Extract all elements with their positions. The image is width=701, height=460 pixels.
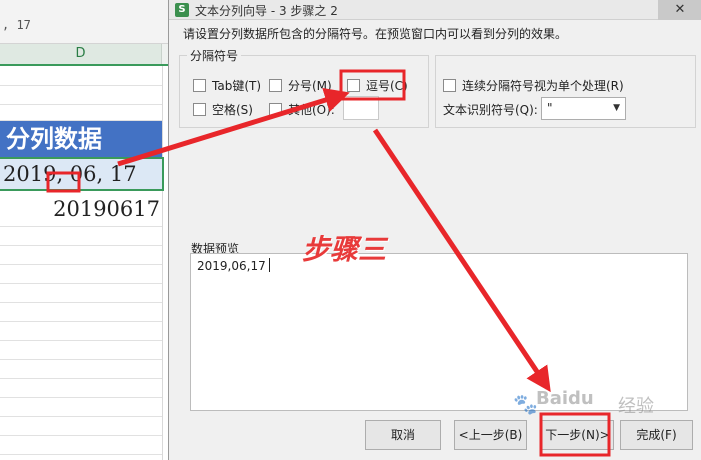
row-gridline <box>0 321 162 322</box>
row-gridline <box>0 397 162 398</box>
text-qualifier-value: " <box>547 101 553 115</box>
text-qualifier-select[interactable]: " ▼ <box>541 97 626 120</box>
other-checkbox-label: 其他(O): <box>288 103 335 117</box>
column-header-d[interactable]: D <box>0 44 162 64</box>
finish-button[interactable]: 完成(F) <box>620 420 693 450</box>
consecutive-checkbox-row[interactable]: 连续分隔符号视为单个处理(R) <box>443 77 624 94</box>
row-gridline <box>0 416 162 417</box>
formula-bar-value: , 17 <box>2 18 31 32</box>
space-checkbox-row[interactable]: 空格(S) <box>193 101 253 118</box>
row-gridline <box>0 264 162 265</box>
comma-checkbox-label: 逗号(C) <box>366 79 408 93</box>
header-cell[interactable]: 分列数据 <box>0 121 162 157</box>
qualifier-label: 文本识别符号(Q): <box>443 103 538 117</box>
semicolon-checkbox-row[interactable]: 分号(M) <box>269 77 332 94</box>
comma-checkbox[interactable] <box>347 79 360 92</box>
column-header-row: D <box>0 44 168 66</box>
instruction-text: 请设置分列数据所包含的分隔符号。在预览窗口内可以看到分列的效果。 <box>183 27 568 41</box>
row-gridline <box>0 302 162 303</box>
other-delimiter-input[interactable] <box>343 96 379 120</box>
row-gridline <box>0 226 162 227</box>
selected-cell[interactable]: 2019, 06, 17 <box>0 157 164 191</box>
column-gridline <box>162 66 163 460</box>
formula-bar[interactable]: , 17 <box>0 0 168 44</box>
text-caret <box>269 258 270 272</box>
delimiters-legend: 分隔符号 <box>187 47 242 64</box>
row-gridline <box>0 435 162 436</box>
text-to-columns-dialog: S 文本分列向导 - 3 步骤之 2 ✕ 请设置分列数据所包含的分隔符号。在预览… <box>168 0 701 460</box>
chevron-down-icon: ▼ <box>613 103 620 113</box>
semicolon-checkbox[interactable] <box>269 79 282 92</box>
row-gridline <box>0 283 162 284</box>
consecutive-checkbox[interactable] <box>443 79 456 92</box>
row-gridline <box>0 454 162 455</box>
data-preview-box[interactable]: 2019,06,17 <box>190 253 688 411</box>
next-button[interactable]: 下一步(N)> <box>541 420 614 450</box>
space-checkbox-label: 空格(S) <box>212 103 253 117</box>
tab-checkbox[interactable] <box>193 79 206 92</box>
semicolon-checkbox-label: 分号(M) <box>288 79 332 93</box>
row-gridline <box>0 378 162 379</box>
other-checkbox[interactable] <box>269 103 282 116</box>
cancel-button[interactable]: 取消 <box>365 420 441 450</box>
comma-checkbox-row[interactable]: 逗号(C) <box>347 77 408 94</box>
preview-text: 2019,06,17 <box>197 259 266 273</box>
consecutive-checkbox-label: 连续分隔符号视为单个处理(R) <box>462 79 624 93</box>
spreadsheet-panel: , 17 D 分列数据 2019, 06, 17 20190617 <box>0 0 168 460</box>
row-gridline <box>0 359 162 360</box>
result-cell[interactable]: 20190617 <box>0 193 160 225</box>
row-gridline <box>0 85 162 86</box>
other-checkbox-row[interactable]: 其他(O): <box>269 101 335 118</box>
row-gridline <box>0 245 162 246</box>
dialog-title: 文本分列向导 - 3 步骤之 2 <box>195 4 338 18</box>
close-button[interactable]: ✕ <box>658 0 701 20</box>
row-gridline <box>0 340 162 341</box>
space-checkbox[interactable] <box>193 103 206 116</box>
row-gridline <box>0 104 162 105</box>
tab-checkbox-row[interactable]: Tab键(T) <box>193 77 261 94</box>
tab-checkbox-label: Tab键(T) <box>212 79 262 93</box>
back-button[interactable]: <上一步(B) <box>454 420 527 450</box>
app-icon: S <box>175 3 189 17</box>
dialog-titlebar[interactable]: S 文本分列向导 - 3 步骤之 2 ✕ <box>169 0 701 20</box>
